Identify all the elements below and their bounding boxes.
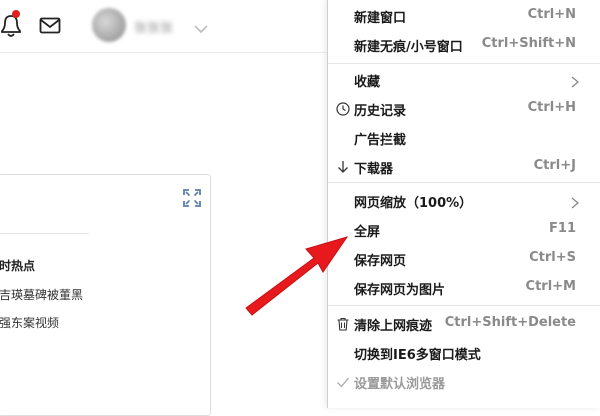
menu-item-label: 广告拦截 xyxy=(354,133,407,148)
menu-item-shortcut: Ctrl+Shift+N xyxy=(481,36,576,51)
menu-item-shortcut: Ctrl+N xyxy=(527,7,576,22)
menu-item-zoom[interactable]: 网页缩放（100%） xyxy=(328,186,600,215)
menu-item-label: 保存网页 xyxy=(354,254,407,269)
menu-item-label: 新建窗口 xyxy=(354,11,407,26)
chevron-down-icon[interactable] xyxy=(193,20,209,34)
menu-item-label: 全屏 xyxy=(354,225,381,240)
menu-item-downloads[interactable]: 下载器 Ctrl+J xyxy=(328,152,600,181)
trash-icon xyxy=(336,316,350,331)
menu-item-history[interactable]: 历史记录 Ctrl+H xyxy=(328,94,600,123)
top-bar: 张张张 xyxy=(0,0,330,53)
menu-item-new-incognito-window[interactable]: 新建无痕/小号窗口 Ctrl+Shift+N xyxy=(328,30,600,59)
menu-item-shortcut: Ctrl+S xyxy=(529,250,576,265)
chevron-right-icon xyxy=(571,73,580,88)
menu-item-shortcut: Ctrl+J xyxy=(533,158,576,173)
menu-item-fullscreen[interactable]: 全屏 F11 xyxy=(328,215,600,244)
menu-item-label: 收藏 xyxy=(354,75,381,90)
menu-item-shortcut: Ctrl+Shift+Delete xyxy=(444,315,576,330)
menu-item-new-window[interactable]: 新建窗口 Ctrl+N xyxy=(328,1,600,30)
menu-item-save-page[interactable]: 保存网页 Ctrl+S xyxy=(328,244,600,273)
menu-item-shortcut: Ctrl+M xyxy=(525,279,576,294)
menu-item-shortcut: F11 xyxy=(549,221,576,236)
menu-item-label: 设置默认浏览器 xyxy=(354,377,446,392)
list-item[interactable]: 吉瑛墓碑被董黑 xyxy=(0,286,83,303)
chevron-right-icon xyxy=(571,194,580,209)
menu-divider xyxy=(328,182,600,183)
list-item[interactable]: 强东案视频 xyxy=(0,314,59,331)
mail-icon[interactable] xyxy=(39,15,61,37)
menu-item-label: 新建无痕/小号窗口 xyxy=(354,40,463,55)
menu-item-shortcut: Ctrl+H xyxy=(527,100,576,115)
menu-item-favorites[interactable]: 收藏 xyxy=(328,65,600,94)
check-icon xyxy=(336,374,350,388)
notification-dot xyxy=(12,10,20,18)
download-arrow-icon xyxy=(336,159,350,173)
menu-item-set-default-browser[interactable]: 设置默认浏览器 xyxy=(328,367,600,396)
section-title: 时热点 xyxy=(0,259,36,273)
menu-item-save-page-as-image[interactable]: 保存网页为图片 Ctrl+M xyxy=(328,273,600,302)
menu-item-label: 网页缩放（100%） xyxy=(354,196,473,211)
menu-item-label: 保存网页为图片 xyxy=(354,283,446,298)
menu-item-label: 历史记录 xyxy=(354,104,407,119)
avatar[interactable] xyxy=(92,8,126,42)
menu-item-label: 切换到IE6多窗口模式 xyxy=(354,348,481,363)
expand-icon[interactable] xyxy=(183,189,201,207)
menu-divider xyxy=(328,63,600,64)
username[interactable]: 张张张 xyxy=(134,17,186,36)
clock-icon xyxy=(336,101,350,116)
divider xyxy=(0,233,89,234)
menu-item-clear-history[interactable]: 清除上网痕迹 Ctrl+Shift+Delete xyxy=(328,309,600,338)
menu-item-switch-ie6-mode[interactable]: 切换到IE6多窗口模式 xyxy=(328,338,600,367)
menu-item-label: 下载器 xyxy=(354,162,394,177)
menu-divider xyxy=(328,305,600,306)
menu-item-label: 清除上网痕迹 xyxy=(354,319,433,334)
content-panel: 时热点 吉瑛墓碑被董黑 强东案视频 xyxy=(0,174,211,416)
context-menu: 新建窗口 Ctrl+N 新建无痕/小号窗口 Ctrl+Shift+N 收藏 历史… xyxy=(327,0,600,408)
menu-item-ad-block[interactable]: 广告拦截 xyxy=(328,123,600,152)
